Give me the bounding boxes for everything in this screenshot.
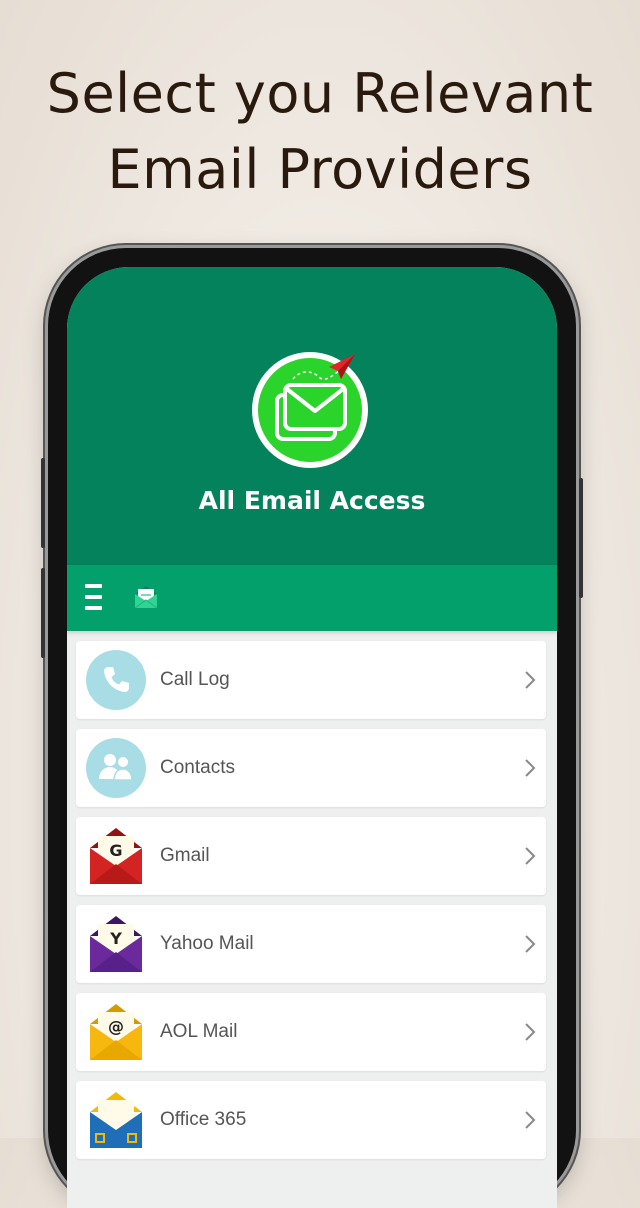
list-item-call-log[interactable]: Call Log — [76, 641, 546, 719]
list-item-label: Contacts — [160, 757, 235, 778]
gmail-envelope-icon: G — [86, 826, 146, 886]
chevron-right-icon — [524, 670, 536, 690]
promo-headline: Select you Relevant Email Providers — [0, 56, 640, 208]
list-item-aol-mail[interactable]: @ AOL Mail — [76, 993, 546, 1071]
list-item-yahoo-mail[interactable]: Y Yahoo Mail — [76, 905, 546, 983]
list-item-label: AOL Mail — [160, 1021, 238, 1042]
aol-envelope-icon: @ — [86, 1002, 146, 1062]
list-item-label: Yahoo Mail — [160, 933, 254, 954]
phone-frame: All Email Access Call Log Contacts G Gma… — [41, 248, 583, 1208]
office365-envelope-icon — [86, 1090, 146, 1150]
headline-line-2: Email Providers — [107, 138, 533, 201]
list-item-label: Gmail — [160, 845, 210, 866]
chevron-right-icon — [524, 1110, 536, 1130]
envelope-badge-text: @ — [108, 1017, 124, 1036]
phone-volume-button — [41, 458, 45, 548]
chevron-right-icon — [524, 1022, 536, 1042]
phone-volume-button — [41, 568, 45, 658]
app-header: All Email Access — [67, 267, 557, 565]
chevron-right-icon — [524, 758, 536, 778]
yahoo-envelope-icon: Y — [86, 914, 146, 974]
phone-icon — [86, 650, 146, 710]
list-item-contacts[interactable]: Contacts — [76, 729, 546, 807]
hamburger-menu-icon[interactable] — [81, 582, 109, 614]
list-item-gmail[interactable]: G Gmail — [76, 817, 546, 895]
list-item-label: Call Log — [160, 669, 230, 690]
phone-screen: All Email Access Call Log Contacts G Gma… — [67, 267, 557, 1208]
provider-list: Call Log Contacts G Gmail Y Yahoo Mail @… — [76, 641, 546, 1169]
app-title: All Email Access — [198, 486, 426, 515]
list-item-office-365[interactable]: Office 365 — [76, 1081, 546, 1159]
contacts-icon — [86, 738, 146, 798]
headline-line-1: Select you Relevant — [46, 62, 594, 125]
chevron-right-icon — [524, 934, 536, 954]
app-logo-icon — [249, 349, 371, 471]
list-item-label: Office 365 — [160, 1109, 247, 1130]
phone-power-button — [579, 478, 583, 598]
envelope-badge-text: G — [109, 841, 122, 860]
envelope-badge-text: Y — [109, 929, 122, 948]
chevron-right-icon — [524, 846, 536, 866]
app-toolbar — [67, 565, 557, 631]
mail-envelope-icon[interactable] — [133, 584, 159, 610]
